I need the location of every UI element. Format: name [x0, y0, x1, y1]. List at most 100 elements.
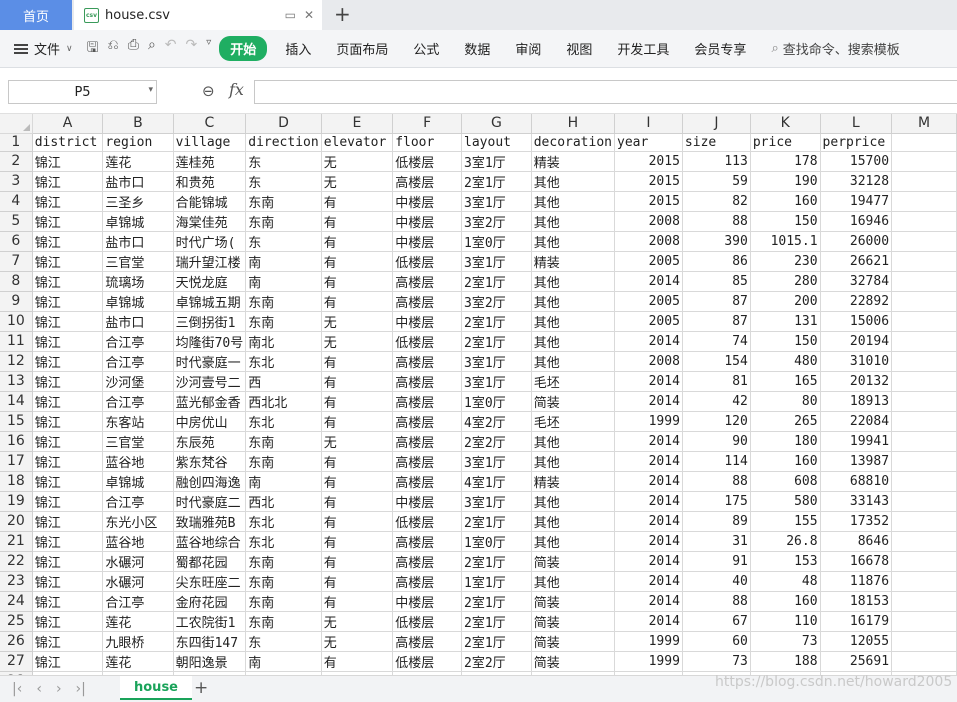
cell[interactable]: 卓锦城	[102, 211, 174, 232]
cell[interactable]: 其他	[531, 491, 616, 512]
cell[interactable]: 2014	[614, 551, 683, 572]
row-header[interactable]: 19	[0, 491, 33, 512]
cell[interactable]: 锦江	[32, 611, 104, 632]
cell[interactable]	[891, 351, 957, 372]
cell[interactable]: 东南	[245, 591, 322, 612]
cell[interactable]: 莲花	[102, 151, 174, 172]
cell[interactable]: 33143	[820, 491, 893, 512]
cell[interactable]: 东北	[245, 511, 322, 532]
cell[interactable]: 沙河壹号二	[173, 371, 247, 392]
cell[interactable]: 114	[682, 451, 751, 472]
column-header[interactable]: H	[531, 114, 616, 134]
cell[interactable]: 230	[750, 251, 821, 272]
cell[interactable]: 18913	[820, 391, 893, 412]
row-header[interactable]: 16	[0, 431, 33, 452]
column-header[interactable]: G	[461, 114, 532, 134]
cell[interactable]: 合江亭	[102, 331, 174, 352]
cell[interactable]: 合能锦城	[173, 191, 247, 212]
cell[interactable]: 3室1厅	[461, 251, 532, 272]
cell[interactable]: 2014	[614, 391, 683, 412]
cell[interactable]: 高楼层	[392, 551, 463, 572]
cell[interactable]: 26000	[820, 231, 893, 252]
row-header[interactable]: 7	[0, 251, 33, 272]
cell[interactable]: 2005	[614, 291, 683, 312]
cell[interactable]: 时代豪庭二	[173, 491, 247, 512]
cell[interactable]: 莲花	[102, 611, 174, 632]
cell[interactable]: 188	[750, 651, 821, 672]
cell[interactable]: 紫东梵谷	[173, 451, 247, 472]
cell[interactable]: 东北	[245, 531, 322, 552]
cell[interactable]: 东南	[245, 571, 322, 592]
cell[interactable]: 东辰苑	[173, 431, 247, 452]
cell[interactable]: 2014	[614, 571, 683, 592]
row-header[interactable]: 6	[0, 231, 33, 252]
cell[interactable]: 175	[682, 491, 751, 512]
cell[interactable]: 其他	[531, 191, 616, 212]
cell[interactable]: 蓝谷地综合	[173, 531, 247, 552]
cell[interactable]: 15006	[820, 311, 893, 332]
cell[interactable]: 608	[750, 471, 821, 492]
cell[interactable]: 锦江	[32, 451, 104, 472]
redo-icon[interactable]: ↷	[186, 37, 198, 61]
cell[interactable]: 合江亭	[102, 351, 174, 372]
cell[interactable]: 东南	[245, 311, 322, 332]
cell[interactable]: 265	[750, 411, 821, 432]
cell[interactable]: 19941	[820, 431, 893, 452]
cell[interactable]: 其他	[531, 211, 616, 232]
cell[interactable]: 150	[750, 211, 821, 232]
cell[interactable]: 4室1厅	[461, 471, 532, 492]
cell[interactable]: 毛坯	[531, 371, 616, 392]
cell[interactable]: 南	[245, 651, 322, 672]
cell[interactable]: 2014	[614, 471, 683, 492]
cell[interactable]: 3室1厅	[461, 491, 532, 512]
cell[interactable]: 26621	[820, 251, 893, 272]
cell[interactable]: 海棠佳苑	[173, 211, 247, 232]
cell[interactable]	[891, 251, 957, 272]
row-header[interactable]: 14	[0, 391, 33, 412]
cell[interactable]: 无	[321, 151, 394, 172]
cell[interactable]: 17352	[820, 511, 893, 532]
row-header[interactable]: 26	[0, 631, 33, 652]
cell[interactable]: 113	[682, 151, 751, 172]
cell[interactable]: 82	[682, 191, 751, 212]
cell[interactable]: 沙河堡	[102, 371, 174, 392]
cell[interactable]: 2014	[614, 451, 683, 472]
cell[interactable]: 锦江	[32, 291, 104, 312]
cell[interactable]: year	[614, 133, 683, 152]
cell[interactable]: 155	[750, 511, 821, 532]
cell[interactable]: 其他	[531, 451, 616, 472]
cell[interactable]: 2室1厅	[461, 551, 532, 572]
cell[interactable]: 85	[682, 271, 751, 292]
row-header[interactable]: 15	[0, 411, 33, 432]
cell[interactable]: 简装	[531, 391, 616, 412]
cell[interactable]: 锦江	[32, 631, 104, 652]
cell[interactable]	[891, 151, 957, 172]
cell[interactable]: 其他	[531, 231, 616, 252]
cell[interactable]: 26.8	[750, 531, 821, 552]
cell[interactable]: 22892	[820, 291, 893, 312]
cell[interactable]: 18153	[820, 591, 893, 612]
zoom-icon[interactable]: ⊖	[202, 82, 215, 100]
cell[interactable]: floor	[392, 133, 463, 152]
cell[interactable]: 东北	[245, 411, 322, 432]
cell[interactable]: 锦江	[32, 491, 104, 512]
cell[interactable]: 高楼层	[392, 451, 463, 472]
cell[interactable]: 南北	[245, 331, 322, 352]
cell[interactable]: 锦江	[32, 311, 104, 332]
cell[interactable]: 其他	[531, 511, 616, 532]
cell[interactable]: 简装	[531, 631, 616, 652]
cell[interactable]: 卓锦城五期	[173, 291, 247, 312]
cell[interactable]: 水碾河	[102, 571, 174, 592]
cell[interactable]: 1999	[614, 651, 683, 672]
cell[interactable]: 22084	[820, 411, 893, 432]
last-sheet-icon[interactable]: ›|	[76, 681, 86, 697]
row-header[interactable]: 9	[0, 291, 33, 312]
cell[interactable]: 154	[682, 351, 751, 372]
cell[interactable]: 1室1厅	[461, 571, 532, 592]
cell[interactable]: 有	[321, 391, 394, 412]
cell[interactable]: 东南	[245, 611, 322, 632]
cell[interactable]: 80	[750, 391, 821, 412]
cell[interactable]: 40	[682, 571, 751, 592]
row-header[interactable]: 11	[0, 331, 33, 352]
cell[interactable]: 莲花	[102, 651, 174, 672]
